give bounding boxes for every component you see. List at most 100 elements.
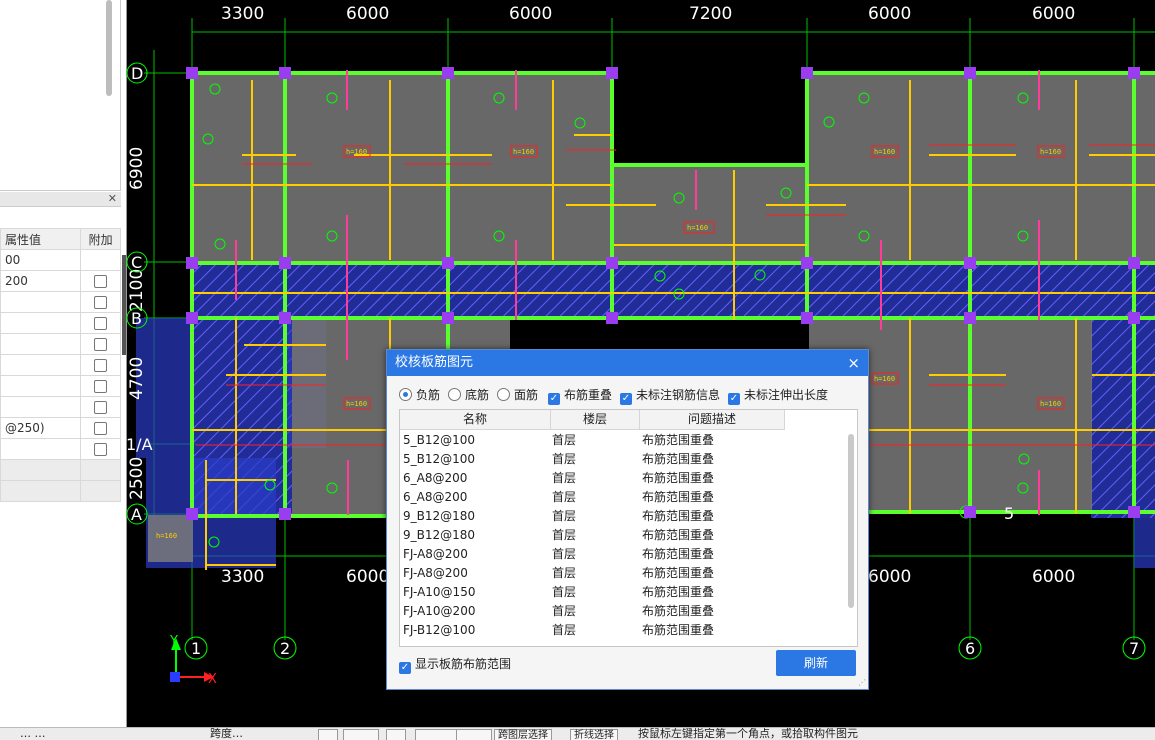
column-header-floor[interactable]: 楼层 <box>551 410 640 430</box>
polyline-select-button[interactable]: 折线选择 <box>570 729 618 740</box>
dialog-titlebar[interactable]: 校核板筋图元 × <box>387 350 868 376</box>
cross-layer-select-button[interactable]: 跨图层选择 <box>494 729 552 740</box>
property-extra-checkbox[interactable] <box>94 317 108 330</box>
radio-top-rebar[interactable]: 面筋 <box>497 386 538 404</box>
statusbar-tool-button[interactable] <box>386 729 406 740</box>
property-value[interactable] <box>0 438 82 460</box>
statusbar-tool-button[interactable] <box>415 729 457 740</box>
issue-row[interactable]: 5_B12@100 首层 布筋范围重叠 <box>400 450 845 469</box>
issue-row[interactable]: 9_B12@180 首层 布筋范围重叠 <box>400 507 845 526</box>
check-unlabeled-info[interactable]: ✓ 未标注钢筋信息 <box>620 386 720 405</box>
property-extra-checkbox[interactable] <box>94 401 108 414</box>
issue-row[interactable]: FJ-B12@100 首层 布筋范围重叠 <box>400 621 845 640</box>
property-row[interactable] <box>0 291 121 313</box>
property-extra-cell <box>80 333 121 355</box>
property-row[interactable] <box>0 312 121 334</box>
thickness-tag: h=160 <box>1040 400 1061 408</box>
check-overlap[interactable]: ✓ 布筋重叠 <box>548 386 612 405</box>
top-dim-label: 6000 <box>346 4 389 24</box>
property-extra-checkbox[interactable] <box>94 380 108 393</box>
statusbar-tool-button[interactable] <box>318 729 338 740</box>
issue-row[interactable]: FJ-A10@150 首层 布筋范围重叠 <box>400 583 845 602</box>
property-value[interactable]: 200 <box>0 270 82 292</box>
axis-bubble-C: C <box>131 253 142 272</box>
issue-list-scrollbar[interactable] <box>848 434 854 608</box>
property-row[interactable] <box>0 333 121 355</box>
property-value[interactable] <box>0 312 82 334</box>
show-range-checkbox[interactable]: ✓ 显示板筋布筋范围 <box>399 655 511 674</box>
issue-floor: 首层 <box>552 528 577 542</box>
property-value[interactable] <box>0 354 82 376</box>
issue-row[interactable]: 6_A8@200 首层 布筋范围重叠 <box>400 469 845 488</box>
property-extra-checkbox[interactable] <box>94 422 108 435</box>
property-row[interactable] <box>0 438 121 460</box>
bottom-dim-label: 6000 <box>346 567 389 587</box>
refresh-button[interactable]: 刷新 <box>776 650 856 676</box>
issue-list: 名称 楼层 问题描述 5_B12@100 首层 布筋范围重叠 5_B12@100 首层布… <box>399 409 858 647</box>
thickness-tag: h=160 <box>1040 148 1061 156</box>
checkbox-checked-icon: ✓ <box>399 662 411 674</box>
left-dim-label: 2100 <box>127 269 147 312</box>
issue-issue: 布筋范围重叠 <box>642 433 715 447</box>
property-value[interactable]: @250) <box>0 417 82 439</box>
axis-bubble-A: A <box>131 505 142 524</box>
property-extra-checkbox[interactable] <box>94 338 108 351</box>
issue-issue: 布筋范围重叠 <box>642 566 715 580</box>
property-table: 属性值 附加 00 200 @250) <box>0 228 121 502</box>
issue-row[interactable]: FJ-A10@200 首层 布筋范围重叠 <box>400 602 845 621</box>
property-value[interactable] <box>0 459 82 481</box>
property-value[interactable] <box>0 291 82 313</box>
axis-bubble-1: 1 <box>191 639 201 658</box>
property-extra-checkbox[interactable] <box>94 275 108 288</box>
property-extra-checkbox[interactable] <box>94 359 108 372</box>
property-extra-checkbox[interactable] <box>94 443 108 456</box>
issue-floor: 首层 <box>552 509 577 523</box>
issue-row[interactable]: 6_A8@200 首层 布筋范围重叠 <box>400 488 845 507</box>
column-header-issue[interactable]: 问题描述 <box>640 410 785 430</box>
close-icon[interactable]: ✕ <box>108 192 117 206</box>
property-row[interactable] <box>0 480 121 502</box>
column-marker <box>279 257 291 269</box>
column-marker <box>1128 257 1140 269</box>
radio-negative-rebar[interactable]: 负筋 <box>399 386 440 404</box>
status-layer-text: 跨度… <box>210 727 243 740</box>
property-extra-checkbox[interactable] <box>94 296 108 309</box>
property-value[interactable] <box>0 480 82 502</box>
column-marker <box>801 312 813 324</box>
component-list-scrollbar[interactable] <box>106 0 112 96</box>
issue-name: FJ-B12@100 <box>403 623 476 637</box>
close-icon[interactable]: × <box>847 350 860 376</box>
property-row[interactable]: @250) <box>0 417 121 439</box>
issue-name: 5_B12@100 <box>403 433 476 447</box>
property-value[interactable] <box>0 396 82 418</box>
top-dim-label: 3300 <box>221 4 264 24</box>
resize-grip-icon[interactable]: ⋰ <box>858 679 866 687</box>
property-value[interactable] <box>0 375 82 397</box>
check-unlabeled-length[interactable]: ✓ 未标注伸出长度 <box>728 386 828 405</box>
issue-row[interactable]: FJ-A8@200 首层 布筋范围重叠 <box>400 545 845 564</box>
issue-row[interactable]: 5_B12@100 首层 布筋范围重叠 <box>400 431 845 450</box>
issue-row[interactable]: FJ-A8@200 首层 布筋范围重叠 <box>400 564 845 583</box>
column-marker <box>1128 67 1140 79</box>
property-row[interactable] <box>0 354 121 376</box>
filter-options: 负筋 底筋 面筋 ✓ 布筋重叠 ✓ 未标注钢筋信息 ✓ 未标注伸出长度 <box>399 386 859 405</box>
statusbar-tool-button[interactable] <box>456 729 492 740</box>
column-header-name[interactable]: 名称 <box>400 410 551 430</box>
radio-icon <box>399 388 412 401</box>
column-marker <box>964 312 976 324</box>
property-row[interactable] <box>0 459 121 481</box>
statusbar-tool-button[interactable] <box>343 729 379 740</box>
issue-name: FJ-A10@150 <box>403 585 476 599</box>
issue-row[interactable]: 9_B12@180 首层 布筋范围重叠 <box>400 526 845 545</box>
property-row[interactable]: 00 <box>0 249 121 271</box>
property-row[interactable]: 200 <box>0 270 121 292</box>
component-list-pane <box>0 0 121 191</box>
property-row[interactable] <box>0 375 121 397</box>
property-value[interactable] <box>0 333 82 355</box>
property-value[interactable]: 00 <box>0 249 82 271</box>
column-marker <box>964 506 976 518</box>
issue-name: 5_B12@100 <box>403 452 476 466</box>
radio-bottom-rebar[interactable]: 底筋 <box>448 386 489 404</box>
left-dim-label: 6900 <box>127 147 147 190</box>
property-row[interactable] <box>0 396 121 418</box>
